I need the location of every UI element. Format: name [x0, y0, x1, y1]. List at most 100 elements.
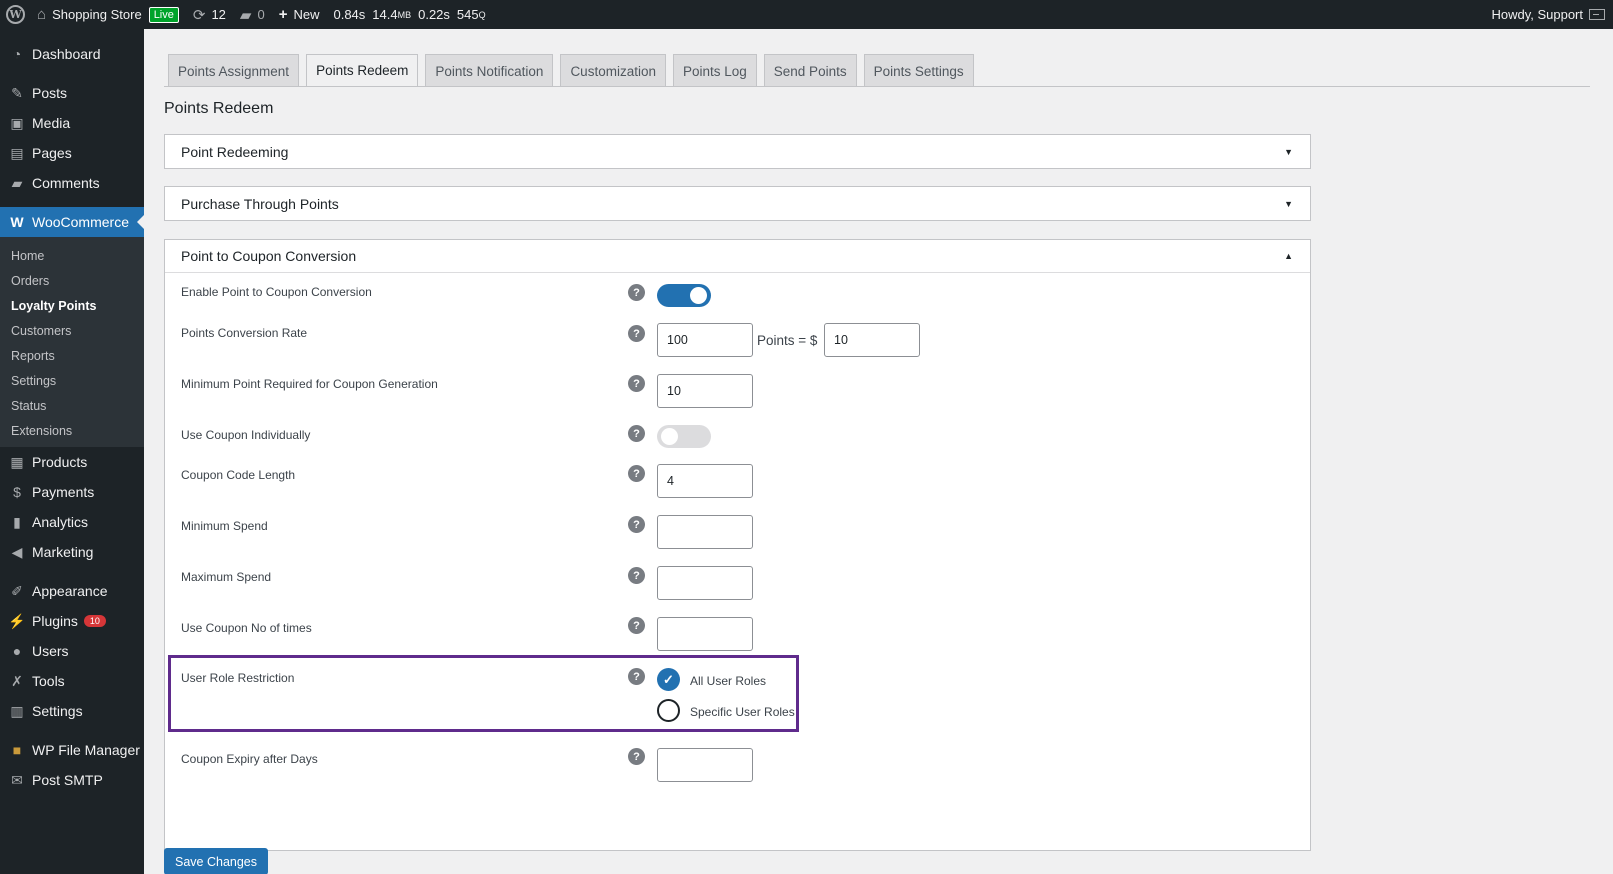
- folder-icon: ■: [12, 742, 22, 758]
- min-spend-input[interactable]: [657, 515, 753, 549]
- sidebar-item-products[interactable]: ▦ Products: [0, 447, 144, 477]
- envelope-icon: ✉: [11, 771, 23, 788]
- account-menu[interactable]: Howdy, Support: [1484, 0, 1613, 29]
- archive-icon: ▦: [10, 453, 24, 470]
- sidebar-item-analytics[interactable]: ▮ Analytics: [0, 507, 144, 537]
- help-icon[interactable]: ?: [628, 425, 645, 442]
- sidebar-item-users[interactable]: ● Users: [0, 636, 144, 666]
- min-points-label: Minimum Point Required for Coupon Genera…: [181, 377, 438, 391]
- max-spend-input[interactable]: [657, 566, 753, 600]
- sidebar-item-label: WooCommerce: [32, 214, 129, 230]
- tab-points-log[interactable]: Points Log: [672, 54, 757, 87]
- comments-count: 0: [257, 7, 265, 22]
- sidebar-item-label: Products: [32, 454, 88, 470]
- sidebar-item-payments[interactable]: $ Payments: [0, 477, 144, 507]
- sidebar-item-marketing[interactable]: ◀ Marketing: [0, 537, 144, 567]
- sidebar-item-appearance[interactable]: ✐ Appearance: [0, 576, 144, 606]
- main-content: Points Assignment Points Redeem Points N…: [144, 29, 1613, 874]
- plugins-update-badge: 10: [83, 615, 106, 627]
- users-icon: ●: [12, 643, 22, 659]
- sidebar-item-wp-file-manager[interactable]: ■ WP File Manager: [0, 735, 144, 765]
- point-to-coupon-header[interactable]: Point to Coupon Conversion ▲: [165, 240, 1310, 273]
- sidebar-item-pages[interactable]: ▤ Pages: [0, 138, 144, 168]
- help-icon[interactable]: ?: [628, 748, 645, 765]
- site-name-link[interactable]: ⌂ Shopping Store Live: [30, 0, 186, 29]
- tab-points-assignment[interactable]: Points Assignment: [168, 54, 300, 87]
- submenu-item-loyalty-points[interactable]: Loyalty Points: [0, 293, 144, 318]
- enable-conversion-toggle[interactable]: [657, 284, 711, 307]
- conversion-points-input[interactable]: 100: [657, 323, 753, 357]
- conversion-rate-label: Points Conversion Rate: [181, 326, 308, 340]
- sidebar-item-settings[interactable]: ▥ Settings: [0, 696, 144, 726]
- help-icon[interactable]: ?: [628, 567, 645, 584]
- sidebar-item-woocommerce[interactable]: W WooCommerce: [0, 207, 144, 237]
- wordpress-logo-icon[interactable]: W: [1, 0, 30, 29]
- expiry-label: Coupon Expiry after Days: [181, 752, 318, 766]
- admin-bar: W ⌂ Shopping Store Live ⟳ 12 ▰ 0 + New 0…: [0, 0, 1613, 29]
- radio-label-specific-user-roles[interactable]: Specific User Roles: [690, 705, 795, 719]
- help-icon[interactable]: ?: [628, 375, 645, 392]
- submenu-item-settings[interactable]: Settings: [0, 368, 144, 393]
- stat-time: 0.84s: [333, 7, 366, 22]
- sidebar-item-plugins[interactable]: ⚡ Plugins 10: [0, 606, 144, 636]
- submenu-item-home[interactable]: Home: [0, 243, 144, 268]
- submenu-item-orders[interactable]: Orders: [0, 268, 144, 293]
- sidebar-item-dashboard[interactable]: ◔ Dashboard: [0, 39, 144, 69]
- updates-link[interactable]: ⟳ 12: [186, 0, 233, 29]
- dashboard-gauge-icon: ◔: [12, 46, 22, 62]
- sidebar-item-label: Pages: [32, 145, 72, 161]
- sidebar-item-tools[interactable]: ✗ Tools: [0, 666, 144, 696]
- caret-down-icon: ▼: [1284, 198, 1293, 209]
- code-length-input[interactable]: 4: [657, 464, 753, 498]
- radio-label-all-user-roles[interactable]: All User Roles: [690, 674, 766, 688]
- tab-customization[interactable]: Customization: [560, 54, 666, 87]
- comment-icon: ▰: [11, 174, 23, 191]
- point-redeeming-panel: Point Redeeming ▼: [164, 134, 1311, 169]
- help-icon[interactable]: ?: [628, 668, 645, 685]
- use-individually-toggle[interactable]: [657, 425, 711, 448]
- sidebar-item-label: Plugins: [32, 613, 78, 629]
- sidebar-item-posts[interactable]: ✎ Posts: [0, 78, 144, 108]
- submenu-item-customers[interactable]: Customers: [0, 318, 144, 343]
- new-label: New: [293, 7, 320, 22]
- help-icon[interactable]: ?: [628, 617, 645, 634]
- sidebar-item-post-smtp[interactable]: ✉ Post SMTP: [0, 765, 144, 795]
- help-icon[interactable]: ?: [628, 284, 645, 301]
- tabs-divider: [164, 86, 1590, 87]
- sidebar-item-label: Users: [32, 643, 69, 659]
- panel-title: Point to Coupon Conversion: [181, 248, 357, 264]
- tab-points-notification[interactable]: Points Notification: [425, 54, 554, 87]
- min-spend-label: Minimum Spend: [181, 519, 268, 533]
- help-icon[interactable]: ?: [628, 465, 645, 482]
- purchase-through-points-header[interactable]: Purchase Through Points ▼: [165, 187, 1310, 220]
- use-times-input[interactable]: [657, 617, 753, 651]
- comments-link[interactable]: ▰ 0: [233, 0, 272, 29]
- conversion-amount-input[interactable]: 10: [824, 323, 920, 357]
- site-name: Shopping Store: [52, 7, 142, 22]
- megaphone-icon: ◀: [11, 543, 23, 560]
- new-content-link[interactable]: + New: [272, 0, 327, 29]
- submenu-item-status[interactable]: Status: [0, 393, 144, 418]
- query-monitor-stats[interactable]: 0.84s 14.4 MB 0.22s 545 Q: [326, 0, 492, 29]
- submenu-item-reports[interactable]: Reports: [0, 343, 144, 368]
- settings-sliders-icon: ▥: [10, 702, 24, 719]
- stat-memory: 14.4: [372, 7, 398, 22]
- radio-specific-user-roles[interactable]: [657, 699, 680, 722]
- tab-points-redeem[interactable]: Points Redeem: [306, 54, 419, 87]
- sidebar-item-label: Settings: [32, 703, 83, 719]
- expiry-input[interactable]: [657, 748, 753, 782]
- tab-send-points[interactable]: Send Points: [763, 54, 857, 87]
- checkmark-icon: ✓: [663, 671, 674, 687]
- tab-points-settings[interactable]: Points Settings: [863, 54, 974, 87]
- radio-all-user-roles[interactable]: ✓: [657, 668, 680, 691]
- sidebar-item-media[interactable]: ▣ Media: [0, 108, 144, 138]
- sidebar-item-comments[interactable]: ▰ Comments: [0, 168, 144, 198]
- pushpin-icon: ✎: [11, 84, 23, 101]
- point-redeeming-header[interactable]: Point Redeeming ▼: [165, 135, 1310, 168]
- save-changes-button[interactable]: Save Changes: [164, 848, 269, 874]
- submenu-item-extensions[interactable]: Extensions: [0, 418, 144, 443]
- help-icon[interactable]: ?: [628, 325, 645, 342]
- min-points-input[interactable]: 10: [657, 374, 753, 408]
- help-icon[interactable]: ?: [628, 516, 645, 533]
- toggle-knob: [661, 428, 678, 445]
